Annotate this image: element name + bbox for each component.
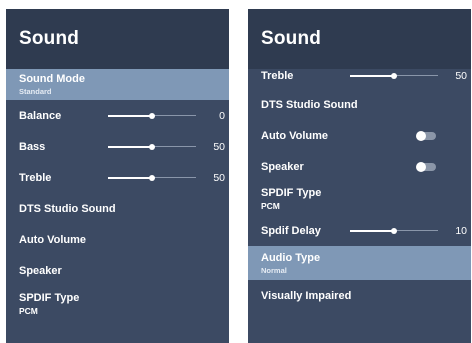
- menu-item-label: Auto Volume: [261, 129, 329, 142]
- treble-slider[interactable]: [108, 172, 196, 184]
- menu-item-spdif-type[interactable]: SPDIF Type PCM: [248, 182, 471, 215]
- menu-item-speaker[interactable]: Speaker: [248, 151, 471, 182]
- menu-item-speaker[interactable]: Speaker: [6, 255, 229, 286]
- menu-item-spdif-delay[interactable]: Spdif Delay 10: [248, 215, 471, 246]
- toggle-knob: [416, 161, 426, 172]
- menu-item-treble[interactable]: Treble 50: [248, 63, 471, 89]
- menu-item-label: Treble: [19, 171, 52, 184]
- slider-value: 50: [213, 171, 225, 184]
- bass-slider[interactable]: [108, 141, 196, 153]
- menu-item-label: DTS Studio Sound: [19, 202, 116, 215]
- slider-value: 50: [455, 70, 467, 82]
- menu-item-label: Balance: [19, 109, 62, 122]
- sound-menu-left: Sound Sound Mode Standard Balance 0 Bass…: [6, 9, 229, 343]
- slider-fill: [350, 229, 394, 232]
- menu-item-balance[interactable]: Balance 0: [6, 100, 229, 131]
- menu-item-value: PCM: [19, 305, 38, 316]
- menu-item-label: Speaker: [261, 160, 304, 173]
- slider-track: [152, 114, 196, 116]
- menu-item-label: Spdif Delay: [261, 224, 321, 237]
- auto-volume-toggle[interactable]: [416, 130, 436, 141]
- menu-item-label: Sound Mode: [19, 73, 85, 85]
- slider-track: [394, 229, 438, 231]
- menu-item-dts-studio-sound[interactable]: DTS Studio Sound: [248, 89, 471, 120]
- menu-item-label: Treble: [261, 70, 294, 82]
- menu-item-label: SPDIF Type: [19, 291, 80, 304]
- menu-item-label: Auto Volume: [19, 233, 87, 246]
- balance-slider[interactable]: [108, 110, 196, 122]
- menu-item-label: SPDIF Type: [261, 186, 322, 199]
- slider-thumb[interactable]: [391, 73, 397, 79]
- menu-item-label: Audio Type: [261, 251, 321, 264]
- menu-item-value: Normal: [261, 265, 287, 275]
- toggle-knob: [416, 130, 426, 141]
- menu-title: Sound: [6, 9, 229, 69]
- treble-slider[interactable]: [350, 70, 438, 82]
- menu-item-value: Standard: [19, 87, 52, 96]
- slider-thumb[interactable]: [149, 174, 155, 181]
- menu-item-treble[interactable]: Treble 50: [6, 162, 229, 193]
- speaker-toggle[interactable]: [416, 161, 436, 172]
- slider-fill: [108, 176, 152, 179]
- slider-value: 50: [213, 140, 225, 153]
- slider-thumb[interactable]: [149, 112, 155, 119]
- menu-item-dts-studio-sound[interactable]: DTS Studio Sound: [6, 193, 229, 224]
- slider-thumb[interactable]: [149, 143, 155, 150]
- slider-track: [152, 145, 196, 147]
- menu-item-label: Bass: [19, 140, 46, 153]
- menu-title: Sound: [248, 9, 471, 69]
- slider-fill: [350, 75, 394, 77]
- slider-fill: [108, 114, 152, 117]
- menu-item-audio-type[interactable]: Audio Type Normal: [248, 246, 471, 280]
- slider-value: 0: [219, 109, 225, 122]
- menu-item-value: PCM: [261, 200, 280, 211]
- spdif-delay-slider[interactable]: [350, 225, 438, 237]
- menu-item-spdif-type[interactable]: SPDIF Type PCM: [6, 286, 229, 321]
- menu-item-auto-volume[interactable]: Auto Volume: [6, 224, 229, 255]
- slider-thumb[interactable]: [391, 227, 397, 234]
- menu-item-auto-volume[interactable]: Auto Volume: [248, 120, 471, 151]
- slider-fill: [108, 145, 152, 148]
- menu-item-visually-impaired[interactable]: Visually Impaired: [248, 280, 471, 311]
- sound-menu-right: Sound Treble 50 DTS Studio Sound Auto Vo…: [248, 9, 471, 343]
- menu-item-label: Speaker: [19, 264, 62, 277]
- menu-item-bass[interactable]: Bass 50: [6, 131, 229, 162]
- menu-item-sound-mode[interactable]: Sound Mode Standard: [6, 69, 229, 100]
- slider-track: [394, 75, 438, 76]
- slider-value: 10: [455, 224, 467, 237]
- menu-item-label: DTS Studio Sound: [261, 98, 358, 111]
- slider-track: [152, 176, 196, 178]
- menu-item-label: Visually Impaired: [261, 289, 352, 302]
